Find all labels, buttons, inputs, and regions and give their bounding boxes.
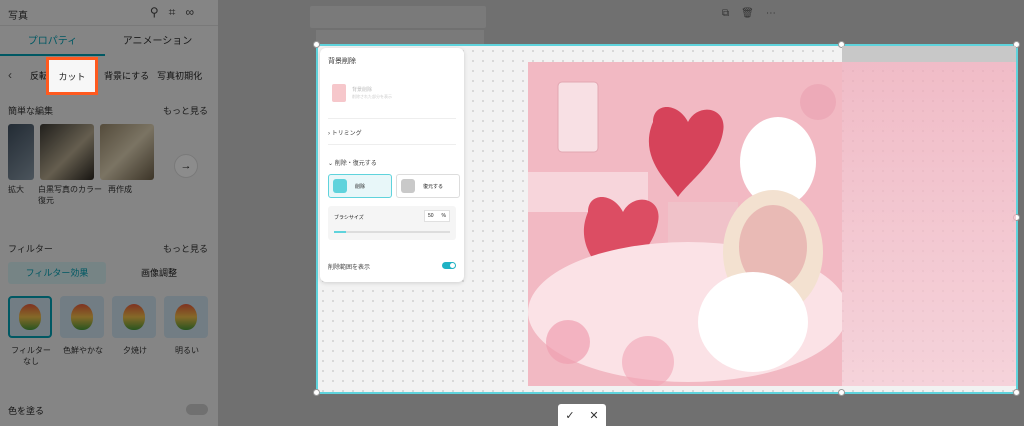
restore-icon [401,179,415,193]
erase-button[interactable]: 削除 [328,174,392,198]
brush-size-label: ブラシサイズ [334,215,364,221]
photo-overflow [842,62,1016,386]
erase-restore-label: 削除・復元する [334,161,377,167]
restore-button[interactable]: 復元する [396,174,460,198]
delete-icon[interactable]: 🗑 [741,8,754,19]
resize-handle[interactable] [1013,389,1020,396]
more-icon[interactable]: ⋯ [766,8,776,19]
cancel-button[interactable]: ✕ [589,409,598,422]
erase-label: 削除 [355,183,366,190]
confirm-button[interactable]: ✓ [565,409,574,422]
resize-handle[interactable] [838,389,845,396]
brush-size-unit: % [441,213,446,219]
photo[interactable] [528,62,842,386]
preview-text: 背景削除 [352,87,373,93]
erase-restore-row[interactable]: ⌄ 削除・復元する [328,158,377,167]
brush-size-value: 50 [428,213,434,219]
preview-thumb [332,84,346,102]
ghost-header [310,6,486,28]
show-erased-label: 削除範囲を表示 [328,265,371,271]
eraser-icon [333,179,347,193]
preview-subtext: 削除された部分を表示 [352,94,392,99]
cut-button[interactable]: カット [46,57,98,95]
canvas-toolbar: ⧉ 🗑 ⋯ [722,8,776,19]
bg-remove-panel: 背景削除 背景削除 削除された部分を表示 › トリミング ⌄ 削除・復元する 削… [320,48,464,282]
brush-size-slider[interactable] [334,231,450,233]
restore-label: 復元する [423,183,444,190]
divider [328,144,456,145]
resize-handle[interactable] [313,389,320,396]
resize-handle[interactable] [313,41,320,48]
ghost-tabs [316,30,484,44]
brush-size-control: ブラシサイズ 50 % [328,206,456,240]
confirm-bar: ✓ ✕ [558,404,606,426]
brush-size-input[interactable]: 50 % [424,210,450,222]
divider [328,118,456,119]
show-erased-toggle[interactable] [442,262,456,269]
trimming-row[interactable]: › トリミング [328,128,362,137]
copy-icon[interactable]: ⧉ [722,8,729,19]
panel-title: 背景削除 [328,58,356,65]
photo-art [528,62,842,386]
trimming-label: トリミング [331,131,362,137]
slider-fill [334,231,346,233]
dim-overlay [0,0,218,426]
photo-edge [842,46,1016,62]
